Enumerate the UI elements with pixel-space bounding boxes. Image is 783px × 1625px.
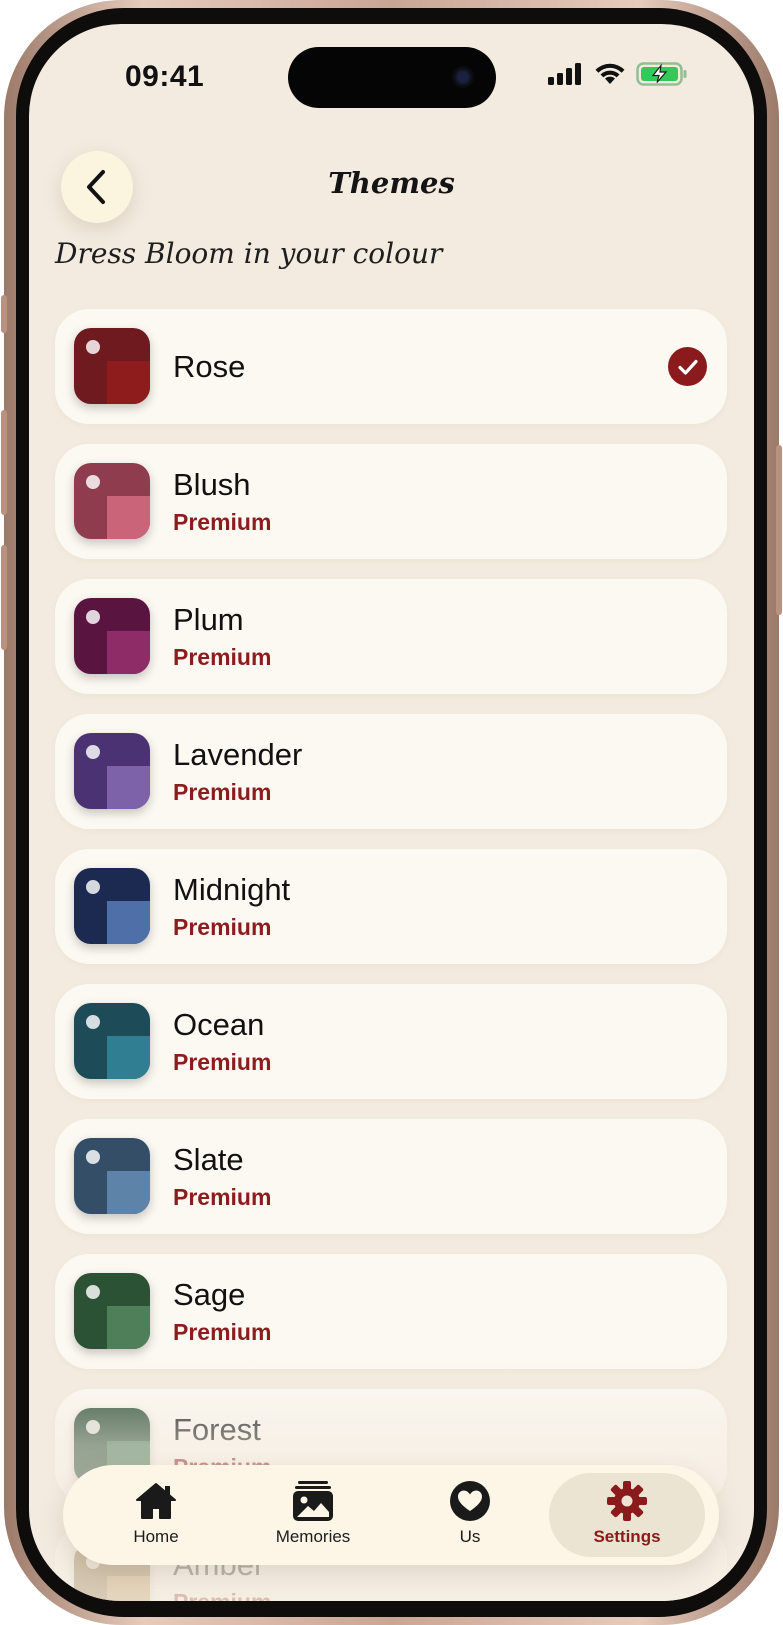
premium-badge: Premium bbox=[173, 1184, 272, 1210]
theme-item-slate[interactable]: Slate Premium bbox=[55, 1119, 727, 1234]
premium-badge: Premium bbox=[173, 1589, 271, 1601]
theme-swatch bbox=[74, 1273, 150, 1349]
dynamic-island bbox=[288, 47, 496, 108]
tab-settings[interactable]: Settings bbox=[549, 1473, 705, 1557]
status-icons bbox=[548, 62, 688, 86]
screen: 09:41 Themes Dress Bloom in your colour … bbox=[29, 24, 754, 1601]
premium-badge: Premium bbox=[173, 1049, 272, 1075]
theme-swatch bbox=[74, 1138, 150, 1214]
theme-swatch bbox=[74, 868, 150, 944]
theme-item-lavender[interactable]: Lavender Premium bbox=[55, 714, 727, 829]
theme-item-midnight[interactable]: Midnight Premium bbox=[55, 849, 727, 964]
theme-name: Forest bbox=[173, 1412, 261, 1447]
theme-item-plum[interactable]: Plum Premium bbox=[55, 579, 727, 694]
heart-icon bbox=[450, 1481, 490, 1521]
tab-label: Memories bbox=[275, 1527, 351, 1546]
premium-badge: Premium bbox=[173, 779, 272, 805]
battery-charging-icon bbox=[636, 62, 687, 86]
photo-icon bbox=[293, 1481, 333, 1521]
home-icon bbox=[136, 1483, 176, 1519]
theme-name: Ocean bbox=[173, 1007, 265, 1042]
theme-item-ocean[interactable]: Ocean Premium bbox=[55, 984, 727, 1099]
theme-name: Blush bbox=[173, 467, 251, 502]
page-subtitle: Dress Bloom in your colour bbox=[55, 237, 443, 270]
checkmark-icon bbox=[668, 347, 707, 386]
tab-home[interactable]: Home bbox=[78, 1473, 234, 1557]
theme-name: Midnight bbox=[173, 872, 291, 907]
premium-badge: Premium bbox=[173, 914, 272, 940]
tab-memories[interactable]: Memories bbox=[235, 1473, 391, 1557]
theme-item-sage[interactable]: Sage Premium bbox=[55, 1254, 727, 1369]
nav-header: Themes bbox=[29, 124, 754, 223]
action-button bbox=[1, 295, 7, 333]
wifi-icon bbox=[595, 63, 625, 84]
theme-item-rose[interactable]: Rose bbox=[55, 309, 727, 424]
tab-us[interactable]: Us bbox=[392, 1473, 548, 1557]
theme-name: Slate bbox=[173, 1142, 244, 1177]
theme-swatch bbox=[74, 733, 150, 809]
theme-swatch bbox=[74, 1003, 150, 1079]
theme-name: Lavender bbox=[173, 737, 303, 772]
tab-bar: Home Memories Us Settings bbox=[63, 1465, 719, 1565]
theme-swatch bbox=[74, 463, 150, 539]
volume-down-button bbox=[1, 545, 7, 650]
premium-badge: Premium bbox=[173, 509, 272, 535]
front-camera-icon bbox=[452, 66, 474, 88]
status-time: 09:41 bbox=[125, 60, 205, 93]
cellular-signal-icon bbox=[548, 63, 581, 85]
tab-label: Home bbox=[133, 1527, 179, 1546]
theme-name: Plum bbox=[173, 602, 244, 637]
volume-up-button bbox=[1, 410, 7, 515]
tab-label: Us bbox=[459, 1527, 481, 1546]
theme-name: Sage bbox=[173, 1277, 246, 1312]
theme-item-blush[interactable]: Blush Premium bbox=[55, 444, 727, 559]
power-button bbox=[776, 445, 782, 615]
theme-swatch bbox=[74, 328, 150, 404]
status-bar: 09:41 bbox=[29, 24, 754, 124]
premium-badge: Premium bbox=[173, 1319, 272, 1345]
theme-swatch bbox=[74, 598, 150, 674]
gear-icon bbox=[607, 1481, 647, 1521]
premium-badge: Premium bbox=[173, 644, 272, 670]
tab-label: Settings bbox=[593, 1527, 661, 1546]
theme-name: Rose bbox=[173, 349, 246, 384]
page-title: Themes bbox=[328, 166, 455, 200]
